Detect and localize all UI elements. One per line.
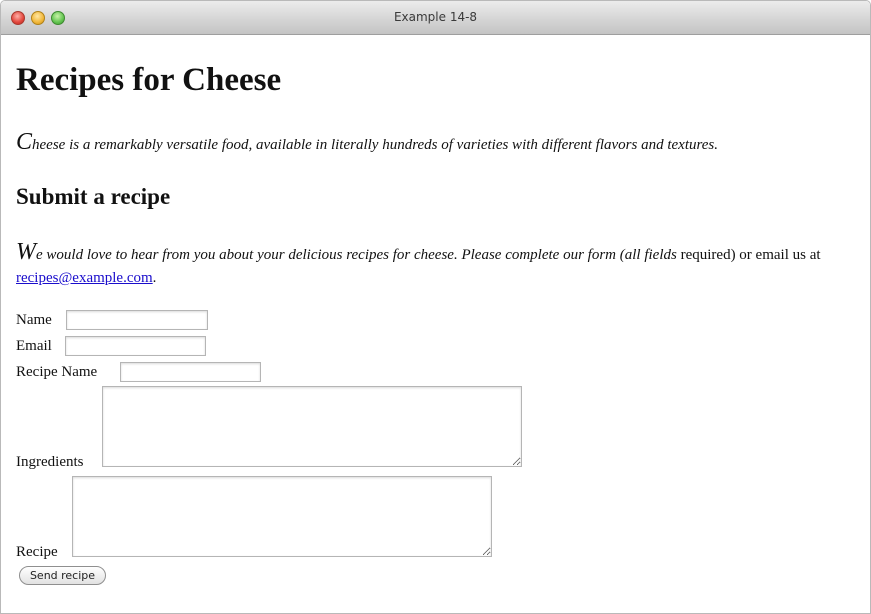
email-label: Email [16, 338, 52, 354]
recipe-name-input[interactable] [120, 362, 261, 382]
intro-paragraph: We would love to hear from you about you… [16, 239, 836, 290]
browser-window: Example 14-8 Recipes for Cheese Cheese i… [0, 0, 871, 614]
title-bar: Example 14-8 [1, 1, 870, 35]
intro-italic-text: e would love to hear from you about your… [36, 247, 677, 263]
ingredients-textarea[interactable] [102, 386, 522, 467]
intro-end: . [152, 270, 157, 286]
window-title: Example 14-8 [393, 10, 478, 24]
ingredients-label: Ingredients [16, 454, 84, 470]
page-content: Recipes for Cheese Cheese is a remarkabl… [16, 34, 860, 613]
intro-plain-text: required) or email us at [680, 247, 821, 263]
lede-paragraph: Cheese is a remarkably versatile food, a… [16, 129, 718, 156]
lede-text: heese is a remarkably versatile food, av… [32, 137, 719, 153]
email-input[interactable] [65, 336, 206, 356]
send-recipe-button[interactable]: Send recipe [19, 566, 106, 585]
email-link[interactable]: recipes@example.com [16, 270, 153, 286]
lede-dropcap: C [16, 129, 33, 155]
page-title: Recipes for Cheese [16, 62, 282, 98]
name-input[interactable] [66, 310, 208, 330]
name-label: Name [16, 312, 52, 328]
recipe-name-label: Recipe Name [16, 364, 98, 380]
recipe-label: Recipe [16, 544, 58, 560]
section-heading: Submit a recipe [16, 184, 171, 209]
recipe-textarea[interactable] [72, 476, 492, 557]
intro-dropcap: W [16, 239, 36, 265]
